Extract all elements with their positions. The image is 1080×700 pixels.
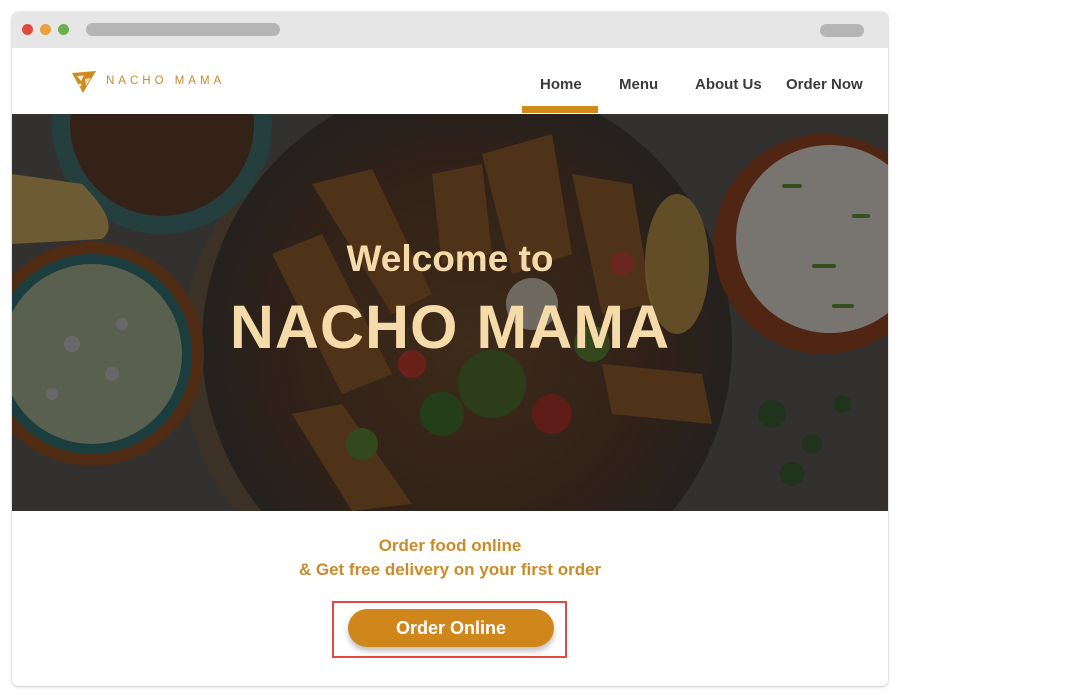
browser-menu-button[interactable] (820, 24, 864, 37)
active-nav-indicator (522, 106, 598, 113)
order-online-button[interactable]: Order Online (348, 609, 554, 647)
hero-title: NACHO MAMA (229, 293, 671, 361)
brand-name: NACHO MAMA (106, 75, 226, 87)
site-logo[interactable]: NACHO MAMA (70, 68, 225, 94)
nav-menu[interactable]: Menu (619, 76, 658, 93)
order-online-highlight: Order Online (332, 601, 567, 658)
nav-about-us[interactable]: About Us (695, 76, 762, 93)
address-bar[interactable] (86, 23, 280, 36)
nav-order-now[interactable]: Order Now (786, 76, 863, 93)
nav-home[interactable]: Home (540, 76, 582, 93)
browser-window: NACHO MAMA Home Menu About Us Order Now (12, 12, 888, 686)
site-navbar: NACHO MAMA Home Menu About Us Order Now (12, 50, 888, 114)
browser-chrome (12, 12, 888, 48)
hero-banner: Welcome to NACHO MAMA (12, 114, 888, 511)
promo-line-2: & Get free delivery on your first order (298, 560, 602, 579)
promo-line-1: Order food online (378, 536, 522, 555)
minimize-window-button[interactable] (40, 24, 51, 35)
close-window-button[interactable] (22, 24, 33, 35)
nacho-logo-icon (72, 71, 96, 93)
maximize-window-button[interactable] (58, 24, 69, 35)
hero-welcome-text: Welcome to (346, 238, 554, 279)
